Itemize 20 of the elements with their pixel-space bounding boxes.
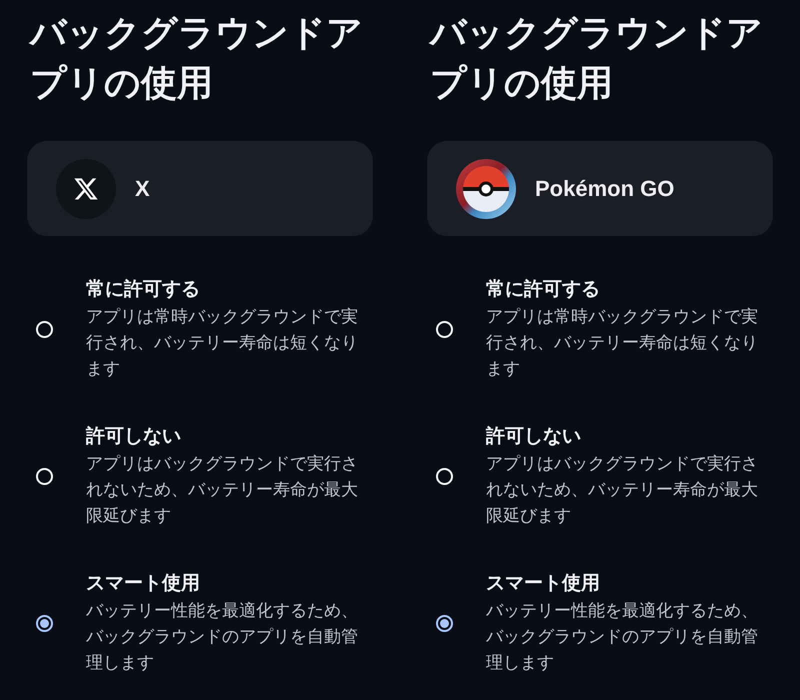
radio-button[interactable] — [36, 614, 53, 632]
app-name: X — [135, 176, 150, 202]
pokeball-icon — [456, 158, 516, 218]
option-description: アプリはバックグラウンドで実行されないため、バッテリー寿命が最大限延びます — [86, 453, 359, 527]
x-logo-icon — [56, 158, 116, 218]
option-description: アプリは常時バックグラウンドで実行され、バッテリー寿命は短くなります — [486, 306, 759, 380]
option-description: バッテリー性能を最適化するため、バックグラウンドのアプリを自動管理します — [486, 600, 759, 674]
option-title: スマート使用 — [86, 572, 201, 596]
option-description: アプリは常時バックグラウンドで実行され、バッテリー寿命は短くなります — [86, 306, 359, 380]
page-title: バックグラウンドアプリの使用 — [30, 11, 364, 105]
app-name: Pokémon GO — [535, 176, 674, 202]
radio-button[interactable] — [436, 614, 453, 632]
page-title: バックグラウンドアプリの使用 — [430, 11, 764, 105]
option-title: 常に許可する — [486, 278, 601, 302]
option-title: スマート使用 — [486, 572, 601, 596]
option-description: バッテリー性能を最適化するため、バックグラウンドのアプリを自動管理します — [86, 600, 359, 674]
option-description: アプリはバックグラウンドで実行されないため、バッテリー寿命が最大限延びます — [486, 453, 759, 527]
option-title: 許可しない — [86, 424, 182, 449]
option-title: 常に許可する — [86, 278, 201, 302]
option-title: 許可しない — [486, 424, 582, 449]
